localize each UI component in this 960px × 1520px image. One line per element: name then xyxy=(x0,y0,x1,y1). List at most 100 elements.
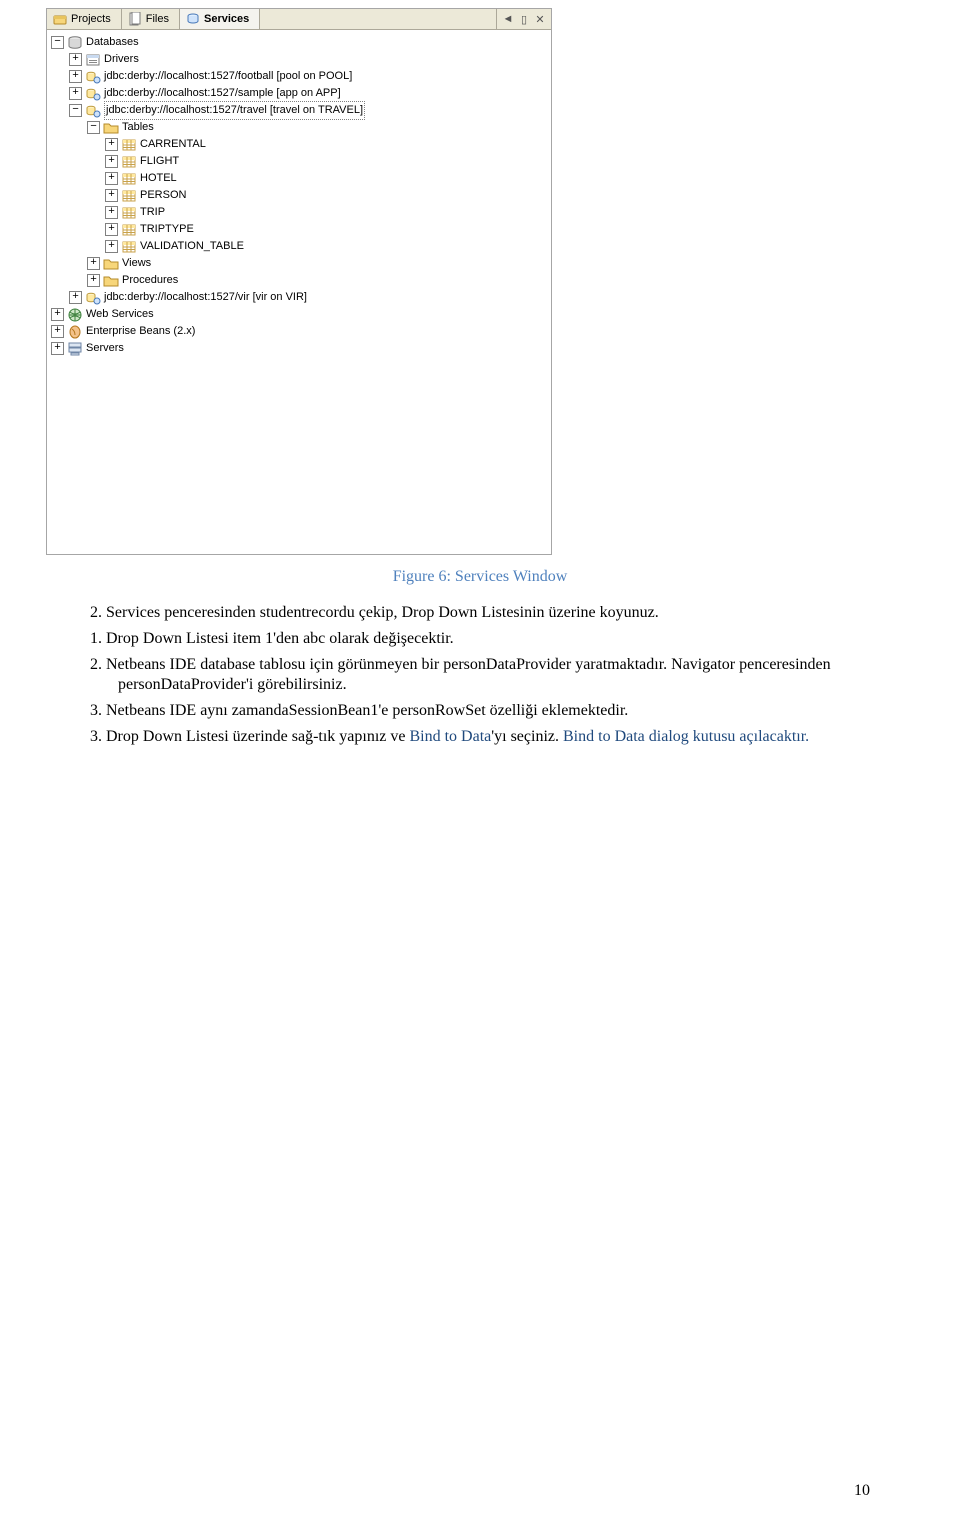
files-icon xyxy=(128,12,142,26)
tree-node-web-services[interactable]: + Web Services xyxy=(51,306,547,323)
tab-services[interactable]: Services xyxy=(180,9,260,29)
collapse-icon[interactable]: − xyxy=(51,36,64,49)
node-label: Databases xyxy=(86,34,139,51)
expand-icon[interactable]: + xyxy=(51,308,64,321)
expand-icon[interactable]: + xyxy=(51,342,64,355)
node-label: Servers xyxy=(86,340,124,357)
tab-label: Projects xyxy=(71,13,111,25)
node-label: Views xyxy=(122,255,151,272)
db-connection-icon xyxy=(85,69,101,85)
tree-node-servers[interactable]: + Servers xyxy=(51,340,547,357)
list-item: 2. Netbeans IDE database tablosu için gö… xyxy=(90,655,870,695)
services-icon xyxy=(186,12,200,26)
expand-icon[interactable]: + xyxy=(105,189,118,202)
tree-node-conn-vir[interactable]: + jdbc:derby://localhost:1527/vir [vir o… xyxy=(51,289,547,306)
text-run-link: Bind to Data xyxy=(409,728,491,745)
scroll-left-button[interactable]: ◄ xyxy=(501,12,515,26)
node-label: FLIGHT xyxy=(140,153,179,170)
tree-node-drivers[interactable]: + Drivers xyxy=(51,51,547,68)
node-label: CARRENTAL xyxy=(140,136,206,153)
tree-node-table-validation[interactable]: + VALIDATION_TABLE xyxy=(51,238,547,255)
globe-icon xyxy=(67,307,83,323)
table-icon xyxy=(121,171,137,187)
list-item: 3. Drop Down Listesi üzerinde sağ-tık ya… xyxy=(90,727,870,747)
tab-label: Files xyxy=(146,13,169,25)
figure-caption: Figure 6: Services Window xyxy=(90,567,870,587)
text-run-link: Bind to Data dialog kutusu açılacaktır. xyxy=(563,728,809,745)
expand-icon[interactable]: + xyxy=(69,53,82,66)
expand-icon[interactable]: + xyxy=(105,172,118,185)
tree-node-tables[interactable]: − Tables xyxy=(51,119,547,136)
tree-node-table-hotel[interactable]: + HOTEL xyxy=(51,170,547,187)
driver-icon xyxy=(85,52,101,68)
table-icon xyxy=(121,188,137,204)
panel-tabs: Projects Files Services ◄ ▯ ✕ xyxy=(47,9,551,30)
bean-icon xyxy=(67,324,83,340)
tree-node-conn-sample[interactable]: + jdbc:derby://localhost:1527/sample [ap… xyxy=(51,85,547,102)
table-icon xyxy=(121,222,137,238)
tree-node-databases[interactable]: − Databases xyxy=(51,34,547,51)
collapse-icon[interactable]: − xyxy=(69,104,82,117)
expand-icon[interactable]: + xyxy=(69,70,82,83)
tree-node-conn-football[interactable]: + jdbc:derby://localhost:1527/football [… xyxy=(51,68,547,85)
table-icon xyxy=(121,239,137,255)
page-number: 10 xyxy=(854,1482,870,1500)
tree-node-table-flight[interactable]: + FLIGHT xyxy=(51,153,547,170)
folder-icon xyxy=(103,256,119,272)
expand-icon[interactable]: + xyxy=(105,223,118,236)
tree-node-views[interactable]: + Views xyxy=(51,255,547,272)
folder-icon xyxy=(103,273,119,289)
tree-node-table-carrental[interactable]: + CARRENTAL xyxy=(51,136,547,153)
node-label: jdbc:derby://localhost:1527/football [po… xyxy=(104,68,352,85)
minimize-panel-button[interactable]: ▯ xyxy=(517,12,531,26)
collapse-icon[interactable]: − xyxy=(87,121,100,134)
node-label: HOTEL xyxy=(140,170,177,187)
tree-node-table-person[interactable]: + PERSON xyxy=(51,187,547,204)
close-panel-button[interactable]: ✕ xyxy=(533,12,547,26)
db-connection-icon xyxy=(85,86,101,102)
expand-icon[interactable]: + xyxy=(69,87,82,100)
tree-node-procedures[interactable]: + Procedures xyxy=(51,272,547,289)
tree-node-conn-travel[interactable]: − jdbc:derby://localhost:1527/travel [tr… xyxy=(51,102,547,119)
db-connection-icon xyxy=(85,103,101,119)
expand-icon[interactable]: + xyxy=(105,206,118,219)
tab-label: Services xyxy=(204,13,249,25)
expand-icon[interactable]: + xyxy=(87,257,100,270)
node-label: jdbc:derby://localhost:1527/vir [vir on … xyxy=(104,289,307,306)
tree-node-table-trip[interactable]: + TRIP xyxy=(51,204,547,221)
expand-icon[interactable]: + xyxy=(105,155,118,168)
table-icon xyxy=(121,154,137,170)
node-label: jdbc:derby://localhost:1527/travel [trav… xyxy=(104,101,365,120)
tab-files[interactable]: Files xyxy=(122,9,180,29)
tree-node-enterprise-beans[interactable]: + Enterprise Beans (2.x) xyxy=(51,323,547,340)
node-label: Drivers xyxy=(104,51,139,68)
node-label: jdbc:derby://localhost:1527/sample [app … xyxy=(104,85,341,102)
table-icon xyxy=(121,205,137,221)
node-label: TRIPTYPE xyxy=(140,221,194,238)
table-icon xyxy=(121,137,137,153)
expand-icon[interactable]: + xyxy=(69,291,82,304)
node-label: Enterprise Beans (2.x) xyxy=(86,323,195,340)
expand-icon[interactable]: + xyxy=(105,240,118,253)
database-icon xyxy=(67,35,83,51)
expand-icon[interactable]: + xyxy=(87,274,100,287)
services-panel: Projects Files Services ◄ ▯ ✕ − Database… xyxy=(46,8,552,555)
servers-icon xyxy=(67,341,83,357)
expand-icon[interactable]: + xyxy=(105,138,118,151)
node-label: VALIDATION_TABLE xyxy=(140,238,244,255)
db-connection-icon xyxy=(85,290,101,306)
node-label: PERSON xyxy=(140,187,186,204)
text-run: 3. Drop Down Listesi üzerinde sağ-tık ya… xyxy=(90,728,409,745)
node-label: Tables xyxy=(122,119,154,136)
services-tree[interactable]: − Databases + Drivers + jdbc:derby://loc… xyxy=(47,30,551,554)
node-label: TRIP xyxy=(140,204,165,221)
projects-icon xyxy=(53,12,67,26)
tab-projects[interactable]: Projects xyxy=(47,9,122,29)
list-item: 2. Services penceresinden studentrecordu… xyxy=(90,603,870,623)
document-body: Figure 6: Services Window 2. Services pe… xyxy=(90,567,870,747)
folder-icon xyxy=(103,120,119,136)
tree-node-table-triptype[interactable]: + TRIPTYPE xyxy=(51,221,547,238)
expand-icon[interactable]: + xyxy=(51,325,64,338)
tabs-controls: ◄ ▯ ✕ xyxy=(496,9,551,29)
list-item: 3. Netbeans IDE aynı zamandaSessionBean1… xyxy=(90,701,870,721)
